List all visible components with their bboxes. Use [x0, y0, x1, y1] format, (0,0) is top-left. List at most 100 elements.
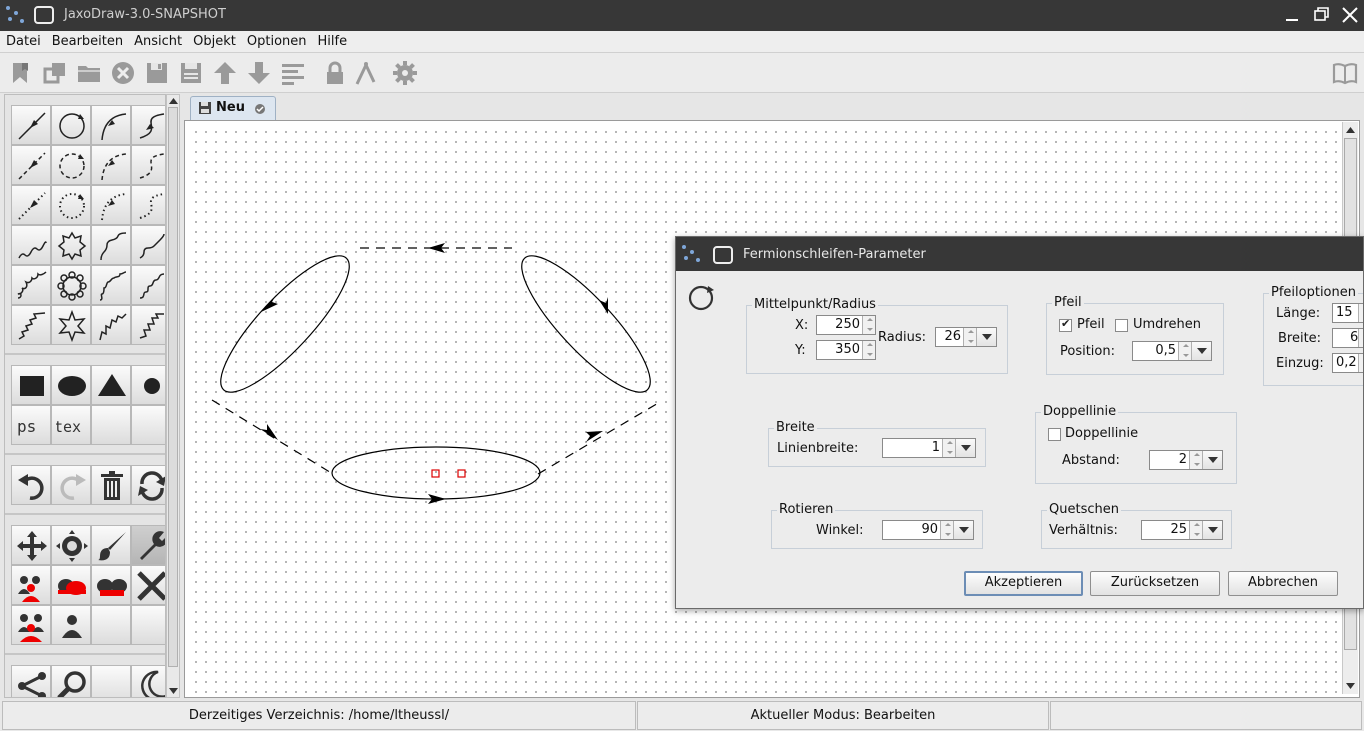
window-menu-button[interactable] [34, 6, 54, 24]
triangle-button[interactable] [91, 365, 131, 405]
compass-icon[interactable] [352, 60, 378, 86]
vertex-button[interactable] [131, 365, 165, 405]
open-folder-icon[interactable] [76, 60, 102, 86]
edit-button[interactable] [131, 525, 165, 565]
ghost-bezier-button[interactable] [131, 185, 165, 225]
ungroup-all-button[interactable] [91, 565, 131, 605]
line-width-spinner[interactable]: 1 [882, 438, 976, 458]
refresh-button[interactable] [131, 465, 165, 505]
menu-optionen[interactable]: Optionen [241, 31, 312, 51]
ratio-spinner[interactable]: 25 [1141, 520, 1223, 540]
postscript-text-button[interactable]: ps [11, 405, 51, 445]
radius-dropdown[interactable] [976, 328, 996, 346]
move-button[interactable] [11, 525, 51, 565]
night-mode-button[interactable] [131, 665, 165, 697]
menu-objekt[interactable]: Objekt [187, 31, 241, 51]
lock-icon[interactable] [322, 60, 348, 86]
scroll-up-icon[interactable] [168, 96, 179, 106]
remove-button[interactable] [131, 565, 165, 605]
minimize-icon[interactable] [1280, 4, 1304, 26]
fermion-loop-button[interactable] [51, 105, 91, 145]
photon-line-button[interactable] [11, 225, 51, 265]
photon-loop-button[interactable] [51, 225, 91, 265]
new-window-icon[interactable] [42, 60, 68, 86]
y-spinner-arrows[interactable] [862, 341, 875, 359]
arrow-width-spinner[interactable]: 6 [1332, 328, 1363, 348]
ghost-loop-button[interactable] [51, 185, 91, 225]
arrow-down-icon[interactable] [246, 60, 272, 86]
menu-ansicht[interactable]: Ansicht [128, 31, 187, 51]
menu-hilfe[interactable]: Hilfe [312, 31, 353, 51]
line-width-spinner-arrows[interactable] [942, 439, 955, 457]
maximize-icon[interactable] [1309, 4, 1333, 26]
save-icon[interactable] [144, 60, 170, 86]
tab-neu[interactable]: Neu [190, 96, 276, 120]
gear-icon[interactable] [392, 60, 418, 86]
fermion-arc-button[interactable] [91, 105, 131, 145]
scalar-arc-button[interactable] [91, 145, 131, 185]
gluon-bezier-button[interactable] [131, 265, 165, 305]
close-tab-icon[interactable] [110, 60, 136, 86]
arrow-width-spinner-arrows[interactable] [1358, 329, 1363, 347]
close-icon[interactable] [1338, 4, 1362, 26]
scroll-down-icon[interactable] [168, 686, 179, 696]
photon-arc-button[interactable] [91, 225, 131, 265]
radius-spinner[interactable]: 26 [935, 327, 997, 347]
angle-spinner-arrows[interactable] [940, 521, 953, 539]
palette-scroll-thumb[interactable] [168, 107, 178, 667]
book-icon[interactable] [1332, 60, 1358, 86]
redo-button[interactable] [51, 465, 91, 505]
zigzag-bezier-button[interactable] [131, 305, 165, 345]
latex-text-button[interactable]: tex [51, 405, 91, 445]
angle-spinner[interactable]: 90 [882, 520, 974, 540]
dialog-window-menu-button[interactable] [713, 246, 733, 264]
new-bookmark-icon[interactable] [8, 60, 34, 86]
select-group-button[interactable] [11, 605, 51, 645]
gluon-arc-button[interactable] [91, 265, 131, 305]
line-width-dropdown[interactable] [955, 439, 975, 457]
zoom-button[interactable] [51, 665, 91, 697]
accept-button[interactable]: Akzeptieren [964, 571, 1083, 596]
select-single-button[interactable] [51, 605, 91, 645]
connect-button[interactable] [11, 665, 51, 697]
palette-scrollbar[interactable] [166, 94, 180, 698]
fermion-line-button[interactable] [11, 105, 51, 145]
position-spinner-arrows[interactable] [1178, 342, 1191, 360]
double-line-checkbox[interactable] [1048, 428, 1061, 441]
delete-button[interactable] [91, 465, 131, 505]
zigzag-loop-button[interactable] [51, 305, 91, 345]
box-button[interactable] [11, 365, 51, 405]
scroll-down-icon[interactable] [1345, 681, 1356, 691]
color-button[interactable] [91, 525, 131, 565]
zigzag-line-button[interactable] [11, 305, 51, 345]
gluon-loop-button[interactable] [51, 265, 91, 305]
ellipse-button[interactable] [51, 365, 91, 405]
spacing-spinner[interactable]: 2 [1149, 450, 1223, 470]
undo-button[interactable] [11, 465, 51, 505]
group-button[interactable] [11, 565, 51, 605]
position-dropdown[interactable] [1191, 342, 1211, 360]
length-spinner-arrows[interactable] [1358, 304, 1363, 322]
y-spinner[interactable]: 350 [816, 340, 876, 360]
tab-check-icon[interactable] [254, 103, 266, 115]
inset-spinner-arrows[interactable] [1358, 354, 1363, 372]
length-spinner[interactable]: 15 [1332, 303, 1363, 323]
zigzag-arc-button[interactable] [91, 305, 131, 345]
radius-spinner-arrows[interactable] [963, 328, 976, 346]
save-as-icon[interactable] [178, 60, 204, 86]
scroll-up-icon[interactable] [1345, 125, 1356, 135]
inset-spinner[interactable]: 0,2 [1332, 353, 1363, 373]
fermion-bezier-button[interactable] [131, 105, 165, 145]
scalar-bezier-button[interactable] [131, 145, 165, 185]
ungroup-button[interactable] [51, 565, 91, 605]
ghost-line-button[interactable] [11, 185, 51, 225]
ratio-dropdown[interactable] [1202, 521, 1222, 539]
arrow-checkbox[interactable] [1059, 317, 1072, 332]
flip-checkbox[interactable] [1115, 319, 1128, 332]
angle-dropdown[interactable] [953, 521, 973, 539]
menu-datei[interactable]: Datei [0, 31, 46, 51]
align-icon[interactable] [280, 60, 306, 86]
spacing-dropdown[interactable] [1202, 451, 1222, 469]
position-spinner[interactable]: 0,5 [1132, 341, 1212, 361]
x-spinner[interactable]: 250 [816, 315, 876, 335]
